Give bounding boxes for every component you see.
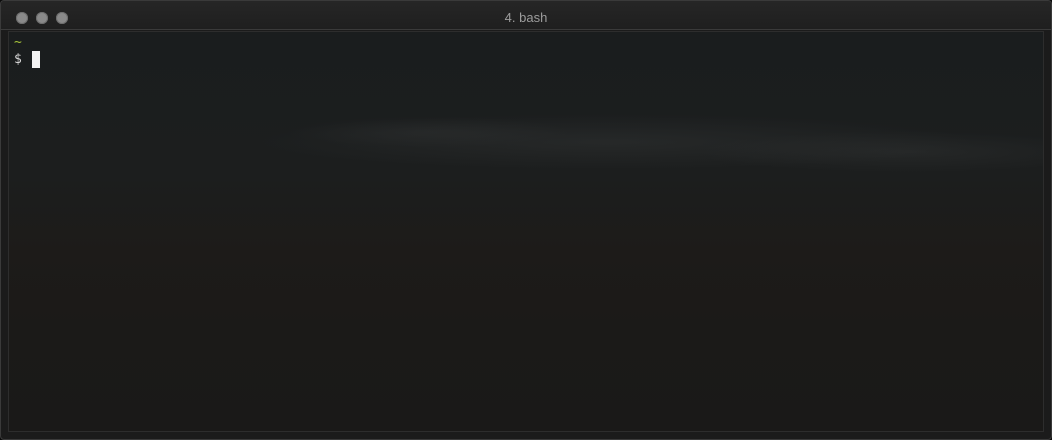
window-title: 4. bash: [504, 10, 548, 25]
terminal-window: 4. bash ~ $: [0, 0, 1052, 440]
prompt-symbol: $: [14, 52, 22, 67]
title-bar[interactable]: 4. bash: [1, 1, 1051, 30]
current-directory: ~: [14, 35, 22, 50]
terminal-pane[interactable]: ~ $: [8, 31, 1044, 432]
prompt-line[interactable]: $: [14, 51, 40, 68]
text-cursor: [31, 51, 40, 68]
